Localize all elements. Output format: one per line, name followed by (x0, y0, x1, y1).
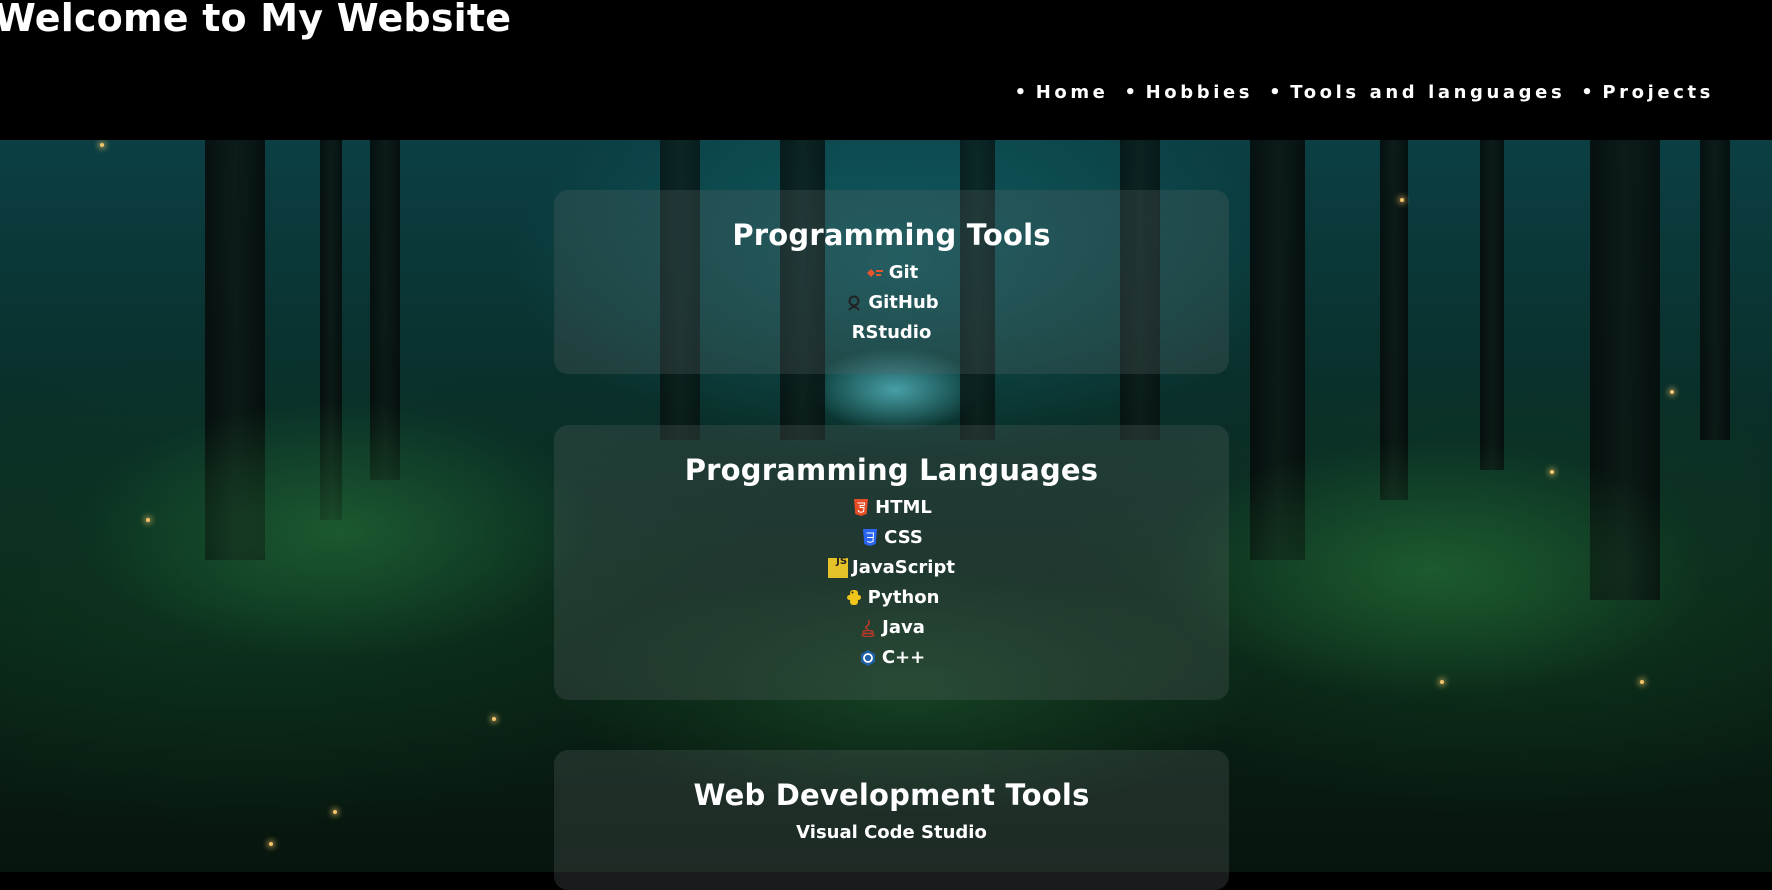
nav-link-label: Tools and languages (1290, 82, 1566, 103)
item-label: Git (888, 262, 919, 283)
nav-bullet: • (1014, 82, 1030, 103)
cplusplus-icon (858, 648, 878, 668)
list-item: Visual Code Studio (554, 818, 1229, 848)
nav-bullet: • (1269, 82, 1285, 103)
foliage (80, 400, 600, 660)
python-icon (844, 588, 864, 608)
item-label: Java (882, 617, 925, 638)
nav-link-projects[interactable]: • Projects (1581, 82, 1714, 103)
firefly (100, 143, 104, 147)
section-title: Programming Tools (732, 218, 1051, 252)
item-label: JavaScript (852, 557, 955, 578)
nav-link-home[interactable]: • Home (1015, 82, 1109, 103)
list-item: GitHub (554, 288, 1229, 318)
git-icon (865, 263, 885, 283)
tools-list: Git GitHub RStudio (554, 258, 1229, 348)
site-title: Welcome to My Website (0, 0, 512, 40)
firefly (269, 842, 273, 846)
firefly (492, 717, 496, 721)
nav-bullet: • (1124, 82, 1140, 103)
list-item: Git (554, 258, 1229, 288)
css3-icon (860, 528, 880, 548)
nav-link-hobbies[interactable]: • Hobbies (1124, 82, 1253, 103)
firefly (1440, 680, 1444, 684)
tree-trunk (1480, 140, 1504, 470)
list-item: CSS (554, 523, 1229, 553)
nav-link-tools-and-languages[interactable]: • Tools and languages (1269, 82, 1565, 103)
nav-bullet: • (1581, 82, 1597, 103)
firefly (146, 518, 150, 522)
programming-tools-card: Programming Tools Git GitHub RStudio (554, 190, 1229, 374)
section-title: Programming Languages (684, 453, 1099, 487)
java-icon (858, 618, 878, 638)
firefly (333, 810, 337, 814)
item-label: HTML (875, 497, 932, 518)
item-label: RStudio (851, 322, 932, 343)
nav-link-label: Home (1035, 82, 1109, 103)
javascript-icon: JS (828, 556, 849, 578)
site-header: Welcome to My Website • Home • Hobbies • To… (0, 0, 1772, 140)
item-label: GitHub (868, 292, 939, 313)
main-nav: • Home • Hobbies • Tools and languages • Pro… (1015, 82, 1714, 103)
webdev-tools-list: Visual Code Studio (554, 818, 1229, 848)
item-label: CSS (884, 527, 923, 548)
tree-trunk (1700, 140, 1730, 440)
languages-list: HTML CSS JS JavaScript Python Java C++ (554, 493, 1229, 673)
list-item: C++ (554, 643, 1229, 673)
list-item: RStudio (554, 318, 1229, 348)
programming-languages-card: Programming Languages HTML CSS JS JavaSc… (554, 425, 1229, 700)
item-label: Python (867, 587, 940, 608)
firefly (1400, 198, 1404, 202)
nav-link-label: Hobbies (1145, 82, 1254, 103)
item-label: Visual Code Studio (796, 822, 987, 843)
html5-icon (851, 498, 871, 518)
list-item: Java (554, 613, 1229, 643)
github-icon (844, 293, 864, 313)
nav-link-label: Projects (1602, 82, 1714, 103)
firefly (1670, 390, 1674, 394)
list-item: HTML (554, 493, 1229, 523)
firefly (1550, 470, 1554, 474)
section-title: Web Development Tools (693, 778, 1090, 812)
web-development-tools-card: Web Development Tools Visual Code Studio (554, 750, 1229, 890)
item-label: C++ (881, 647, 926, 668)
firefly (1640, 680, 1644, 684)
list-item: JS JavaScript (554, 553, 1229, 583)
list-item: Python (554, 583, 1229, 613)
